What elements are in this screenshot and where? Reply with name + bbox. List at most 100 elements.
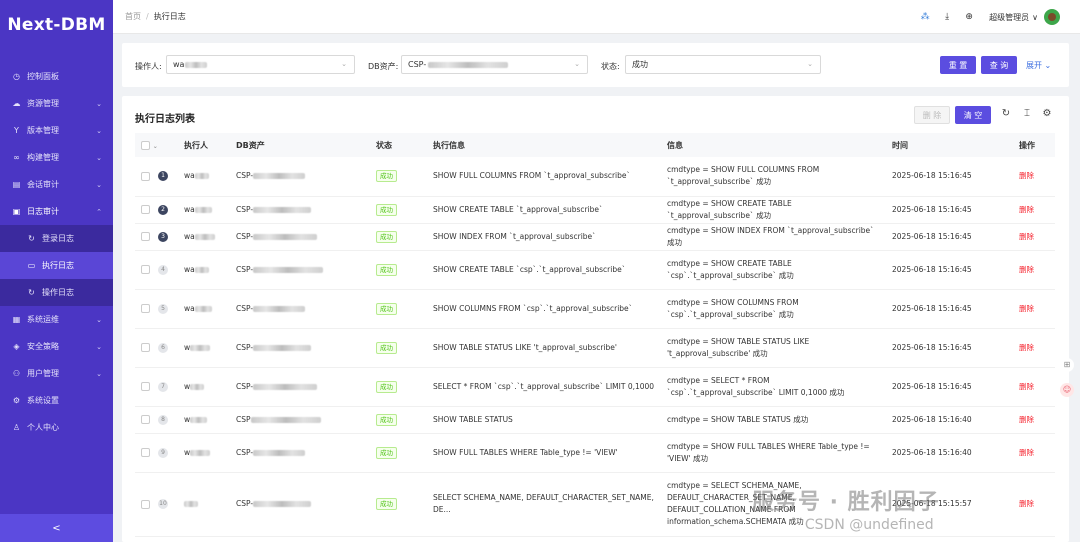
info-cell: cmdtype = SHOW CREATE TABLE `csp`.`t_app… bbox=[661, 250, 886, 290]
top-header: 首页 / 执行日志 ⁂ ⤓ ⊕ 超级管理员 ∨ bbox=[113, 0, 1080, 34]
breadcrumb-home[interactable]: 首页 bbox=[125, 12, 141, 21]
db-asset-select[interactable]: CSP- ⌄ bbox=[401, 55, 588, 74]
sidebar-item-security[interactable]: ◈ 安全策略 ⌄ bbox=[0, 333, 113, 360]
app-logo: Next-DBM bbox=[7, 15, 106, 35]
chevron-down-icon: ⌄ bbox=[807, 60, 813, 68]
settings-icon[interactable]: ⚙ bbox=[1041, 108, 1053, 120]
delete-row-link[interactable]: 删除 bbox=[1019, 382, 1034, 391]
user-cell bbox=[178, 472, 230, 537]
db-cell: CSP- bbox=[230, 433, 370, 473]
info-cell: cmdtype = SHOW TABLE STATUS 成功 bbox=[661, 406, 886, 434]
row-checkbox[interactable] bbox=[141, 171, 150, 181]
delete-row-link[interactable]: 删除 bbox=[1019, 304, 1034, 313]
row-checkbox[interactable] bbox=[141, 205, 150, 214]
row-checkbox[interactable] bbox=[141, 415, 150, 424]
table-row: 6 w CSP- 成功 SHOW TABLE STATUS LIKE 't_approv… bbox=[135, 328, 1055, 368]
sidebar-item-label: 控制面板 bbox=[27, 72, 59, 81]
sidebar-item-session-audit[interactable]: ▤ 会话审计 ⌄ bbox=[0, 171, 113, 198]
sidebar-item-profile[interactable]: ♙ 个人中心 bbox=[0, 414, 113, 441]
action-cell: 删除 bbox=[1013, 157, 1055, 197]
delete-row-link[interactable]: 删除 bbox=[1019, 265, 1034, 274]
delete-row-link[interactable]: 删除 bbox=[1019, 171, 1034, 180]
status-select[interactable]: 成功 ⌄ bbox=[625, 55, 821, 74]
status-label: 状态: bbox=[601, 62, 620, 71]
delete-button[interactable]: 删 除 bbox=[914, 106, 950, 124]
delete-row-link[interactable]: 删除 bbox=[1019, 343, 1034, 352]
sidebar-item-label: 用户管理 bbox=[27, 369, 59, 378]
cloud-icon: ☁ bbox=[12, 99, 21, 108]
help-icon[interactable]: ☺ bbox=[1060, 383, 1074, 397]
sidebar-item-users[interactable]: ⚇ 用户管理 ⌄ bbox=[0, 360, 113, 387]
link-icon: ∞ bbox=[13, 153, 20, 162]
db-cell: CSP- bbox=[230, 223, 370, 251]
column-height-icon[interactable]: ⌶ bbox=[1021, 108, 1033, 120]
operator-select[interactable]: wa ⌄ bbox=[166, 55, 355, 74]
sidebar-item-operation-log[interactable]: ↻ 操作日志 bbox=[0, 279, 113, 306]
table-row: 9 w CSP- 成功 SHOW FULL TABLES WHERE Table_typ… bbox=[135, 433, 1055, 473]
clear-button[interactable]: 清 空 bbox=[955, 106, 991, 124]
sidebar-item-label: 资源管理 bbox=[27, 99, 59, 108]
row-select-cell: 2 bbox=[135, 196, 178, 224]
time-cell: 2025-06-18 15:16:40 bbox=[886, 433, 1013, 473]
user-value: wa bbox=[184, 171, 195, 181]
delete-row-link[interactable]: 删除 bbox=[1019, 232, 1034, 241]
sidebar-item-exec-log[interactable]: ▭ 执行日志 bbox=[0, 252, 113, 279]
row-index: 5 bbox=[158, 303, 168, 314]
status-cell: 成功 bbox=[370, 223, 427, 251]
exec-cell: SHOW COLUMNS FROM `csp`.`t_approval_subs… bbox=[427, 289, 661, 329]
delete-row-link[interactable]: 删除 bbox=[1019, 415, 1034, 424]
row-index: 10 bbox=[158, 499, 168, 509]
user-menu[interactable]: 超级管理员 ∨ bbox=[989, 9, 1060, 25]
chevron-down-icon[interactable]: ⌄ bbox=[153, 143, 158, 150]
exec-cell: SHOW TABLE STATUS LIKE 't_approval_subsc… bbox=[427, 328, 661, 368]
sidebar-item-label: 登录日志 bbox=[42, 234, 74, 243]
globe-icon[interactable]: ⊕ bbox=[964, 12, 974, 22]
grid-icon[interactable]: ⊞ bbox=[1060, 358, 1074, 372]
avatar[interactable] bbox=[1044, 9, 1060, 25]
column-header-db: DB资产 bbox=[230, 133, 370, 157]
sidebar-item-ops[interactable]: ▦ 系统运维 ⌄ bbox=[0, 306, 113, 333]
select-all-checkbox[interactable] bbox=[141, 140, 150, 150]
action-cell: 删除 bbox=[1013, 250, 1055, 290]
status-badge: 成功 bbox=[376, 446, 397, 459]
user-name: 超级管理员 bbox=[989, 12, 1030, 22]
network-icon[interactable]: ⁂ bbox=[920, 12, 930, 22]
sidebar-item-resources[interactable]: ☁ 资源管理 ⌄ bbox=[0, 90, 113, 117]
sidebar-item-dashboard[interactable]: ◷ 控制面板 bbox=[0, 63, 113, 90]
row-checkbox[interactable] bbox=[141, 232, 150, 241]
delete-row-link[interactable]: 删除 bbox=[1019, 499, 1034, 508]
sidebar-item-login-log[interactable]: ↻ 登录日志 bbox=[0, 225, 113, 252]
sidebar-item-label: 个人中心 bbox=[27, 423, 59, 432]
row-index: 9 bbox=[158, 447, 168, 458]
status-badge: 成功 bbox=[376, 302, 397, 315]
row-checkbox[interactable] bbox=[141, 343, 150, 352]
operator-label: 操作人: bbox=[135, 62, 162, 71]
status-cell: 成功 bbox=[370, 328, 427, 368]
sidebar-item-log-audit[interactable]: ▣ 日志审计 ⌃ bbox=[0, 198, 113, 225]
refresh-icon[interactable]: ↻ bbox=[1000, 108, 1012, 120]
row-checkbox[interactable] bbox=[141, 448, 150, 457]
row-checkbox[interactable] bbox=[141, 265, 150, 274]
sidebar-collapse-button[interactable]: < bbox=[0, 514, 113, 542]
row-select-cell: 9 bbox=[135, 433, 178, 473]
sidebar-item-build[interactable]: ∞ 构建管理 ⌄ bbox=[0, 144, 113, 171]
delete-row-link[interactable]: 删除 bbox=[1019, 205, 1034, 214]
download-icon[interactable]: ⤓ bbox=[942, 12, 952, 22]
column-header-info: 信息 bbox=[661, 133, 886, 157]
row-checkbox[interactable] bbox=[141, 382, 150, 391]
delete-row-link[interactable]: 删除 bbox=[1019, 448, 1034, 457]
status-badge: 成功 bbox=[376, 380, 397, 393]
row-checkbox[interactable] bbox=[141, 304, 150, 313]
row-checkbox[interactable] bbox=[141, 499, 150, 509]
expand-link[interactable]: 展开 ⌄ bbox=[1026, 60, 1051, 71]
search-button[interactable]: 查 询 bbox=[981, 56, 1017, 74]
action-cell: 删除 bbox=[1013, 406, 1055, 434]
action-cell: 删除 bbox=[1013, 328, 1055, 368]
sidebar-item-label: 构建管理 bbox=[27, 153, 59, 162]
sidebar-item-versions[interactable]: Y 版本管理 ⌄ bbox=[0, 117, 113, 144]
list-title: 执行日志列表 bbox=[135, 114, 195, 125]
reset-button[interactable]: 重 置 bbox=[940, 56, 976, 74]
sidebar-item-settings[interactable]: ⚙ 系统设置 bbox=[0, 387, 113, 414]
row-index: 6 bbox=[158, 342, 168, 353]
db-value: CSP- bbox=[236, 204, 254, 214]
